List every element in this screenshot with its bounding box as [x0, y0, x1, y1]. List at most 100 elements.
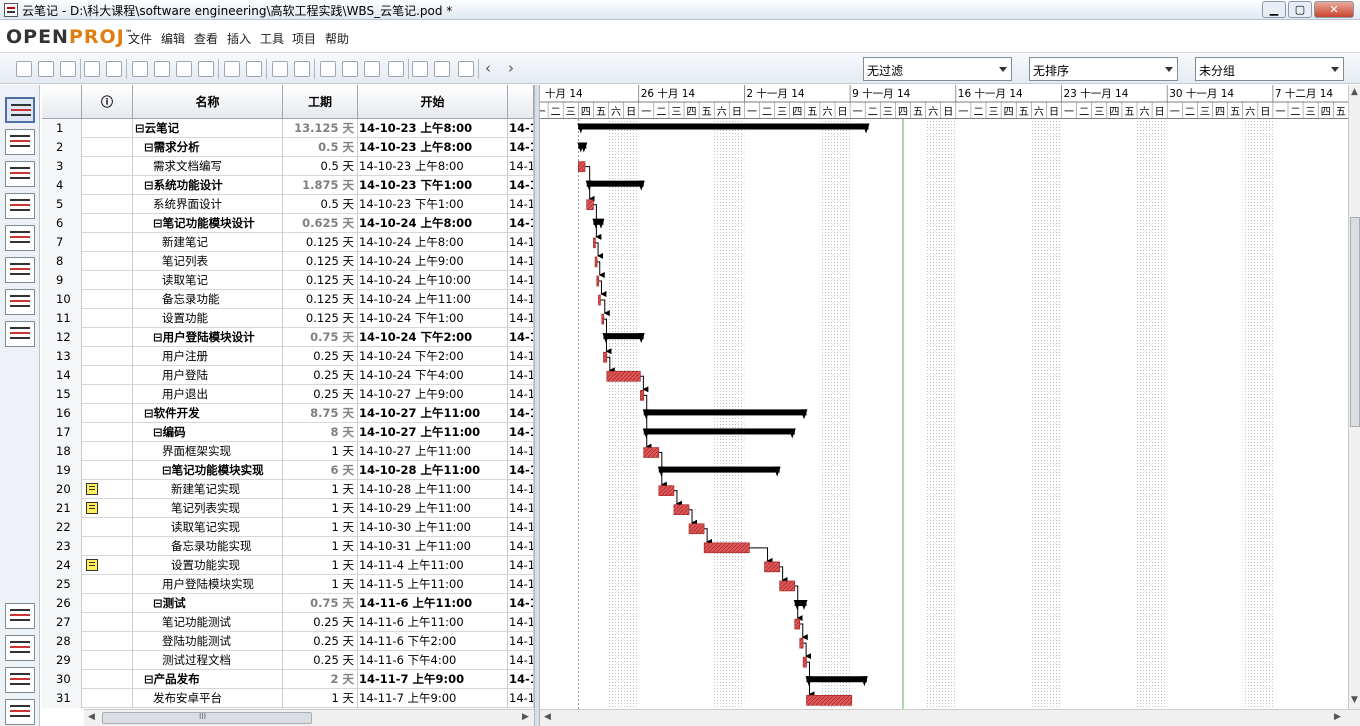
table-row[interactable]: 1 ⊟云笔记 13.125 天 14-10-23 上午8:00 14-1	[42, 119, 534, 138]
unlink-icon[interactable]	[294, 61, 310, 77]
row-finish-cell[interactable]: 14-1	[508, 328, 534, 347]
resource-usage-detail-icon[interactable]	[5, 699, 35, 725]
row-name-cell[interactable]: 用户登陆	[133, 366, 283, 385]
row-duration-cell[interactable]: 1 天	[283, 442, 358, 461]
row-name-cell[interactable]: ⊟云笔记	[133, 119, 283, 138]
undo-icon[interactable]	[224, 61, 240, 77]
new-file-icon[interactable]	[16, 61, 32, 77]
row-duration-cell[interactable]: 1 天	[283, 537, 358, 556]
row-id-cell[interactable]: 9	[42, 271, 82, 290]
histogram-icon[interactable]	[5, 603, 35, 629]
row-finish-cell[interactable]: 14-1	[508, 404, 534, 423]
row-start-cell[interactable]: 14-11-6 上午11:00	[358, 613, 508, 632]
row-duration-cell[interactable]: 0.125 天	[283, 233, 358, 252]
close-button[interactable]: ✕	[1314, 1, 1354, 18]
row-id-cell[interactable]: 31	[42, 689, 82, 708]
task-info-icon[interactable]	[320, 61, 336, 77]
row-finish-cell[interactable]: 14-1	[508, 195, 534, 214]
row-start-cell[interactable]: 14-10-23 上午8:00	[358, 157, 508, 176]
row-duration-cell[interactable]: 0.25 天	[283, 385, 358, 404]
scrollbar-thumb[interactable]	[102, 712, 312, 724]
scroll-down-icon[interactable]: ▼	[1351, 695, 1358, 705]
row-duration-cell[interactable]: 1 天	[283, 499, 358, 518]
zoom-in-icon[interactable]	[412, 61, 428, 77]
row-id-cell[interactable]: 1	[42, 119, 82, 138]
row-duration-cell[interactable]: 0.5 天	[283, 157, 358, 176]
network-view-icon[interactable]	[5, 129, 35, 155]
table-row[interactable]: 3 需求文档编写 0.5 天 14-10-23 上午8:00 14-1	[42, 157, 534, 176]
row-finish-cell[interactable]: 14-1	[508, 556, 534, 575]
row-duration-cell[interactable]: 0.25 天	[283, 632, 358, 651]
row-id-cell[interactable]: 5	[42, 195, 82, 214]
open-folder-icon[interactable]	[38, 61, 54, 77]
row-duration-cell[interactable]: 1.875 天	[283, 176, 358, 195]
row-start-cell[interactable]: 14-10-23 上午8:00	[358, 119, 508, 138]
minimize-button[interactable]: ▁	[1262, 1, 1286, 18]
table-row[interactable]: 29 测试过程文档 0.25 天 14-11-6 下午4:00 14-1	[42, 651, 534, 670]
row-duration-cell[interactable]: 0.5 天	[283, 195, 358, 214]
note-icon[interactable]	[86, 483, 98, 495]
row-start-cell[interactable]: 14-10-24 上午8:00	[358, 214, 508, 233]
col-header-finish[interactable]	[508, 85, 534, 119]
row-finish-cell[interactable]: 14-1	[508, 347, 534, 366]
table-row[interactable]: 22 读取笔记实现 1 天 14-10-30 上午11:00 14-1	[42, 518, 534, 537]
menu-view[interactable]: 查看	[194, 30, 218, 47]
row-name-cell[interactable]: ⊟测试	[133, 594, 283, 613]
row-duration-cell[interactable]: 0.125 天	[283, 290, 358, 309]
row-start-cell[interactable]: 14-10-23 下午1:00	[358, 195, 508, 214]
row-finish-cell[interactable]: 14-1	[508, 594, 534, 613]
row-duration-cell[interactable]: 0.25 天	[283, 366, 358, 385]
row-finish-cell[interactable]: 14-1	[508, 518, 534, 537]
row-name-cell[interactable]: 新建笔记实现	[133, 480, 283, 499]
assign-resource-icon[interactable]	[364, 61, 380, 77]
menu-help[interactable]: 帮助	[325, 30, 349, 47]
wbs-view-icon[interactable]	[5, 193, 35, 219]
row-id-cell[interactable]: 20	[42, 480, 82, 499]
row-name-cell[interactable]: 备忘录功能实现	[133, 537, 283, 556]
row-duration-cell[interactable]: 0.25 天	[283, 651, 358, 670]
row-finish-cell[interactable]: 14-1	[508, 309, 534, 328]
notes-icon[interactable]	[342, 61, 358, 77]
note-icon[interactable]	[86, 502, 98, 514]
row-id-cell[interactable]: 6	[42, 214, 82, 233]
row-name-cell[interactable]: ⊟产品发布	[133, 670, 283, 689]
link-icon[interactable]	[272, 61, 288, 77]
table-row[interactable]: 9 读取笔记 0.125 天 14-10-24 上午10:00 14-1	[42, 271, 534, 290]
row-duration-cell[interactable]: 0.25 天	[283, 347, 358, 366]
row-name-cell[interactable]: 需求文档编写	[133, 157, 283, 176]
table-row[interactable]: 25 用户登陆模块实现 1 天 14-11-5 上午11:00 14-1	[42, 575, 534, 594]
row-name-cell[interactable]: 用户退出	[133, 385, 283, 404]
row-id-cell[interactable]: 11	[42, 309, 82, 328]
row-id-cell[interactable]: 8	[42, 252, 82, 271]
row-duration-cell[interactable]: 6 天	[283, 461, 358, 480]
row-id-cell[interactable]: 19	[42, 461, 82, 480]
row-finish-cell[interactable]: 14-1	[508, 119, 534, 138]
row-duration-cell[interactable]: 0.75 天	[283, 594, 358, 613]
row-name-cell[interactable]: ⊟用户登陆模块设计	[133, 328, 283, 347]
row-start-cell[interactable]: 14-10-29 上午11:00	[358, 499, 508, 518]
row-name-cell[interactable]: ⊟需求分析	[133, 138, 283, 157]
table-row[interactable]: 5 系统界面设计 0.5 天 14-10-23 下午1:00 14-1	[42, 195, 534, 214]
row-finish-cell[interactable]: 14-1	[508, 632, 534, 651]
scroll-left-icon[interactable]: ◀	[544, 712, 551, 722]
redo-icon[interactable]	[246, 61, 262, 77]
table-row[interactable]: 10 备忘录功能 0.125 天 14-10-24 上午11:00 14-1	[42, 290, 534, 309]
row-duration-cell[interactable]: 0.125 天	[283, 309, 358, 328]
table-row[interactable]: 24 设置功能实现 1 天 14-11-4 上午11:00 14-1	[42, 556, 534, 575]
row-id-cell[interactable]: 14	[42, 366, 82, 385]
row-start-cell[interactable]: 14-10-24 上午10:00	[358, 271, 508, 290]
row-duration-cell[interactable]: 0.25 天	[283, 613, 358, 632]
col-header-name[interactable]: 名称	[133, 85, 283, 119]
row-duration-cell[interactable]: 1 天	[283, 556, 358, 575]
filter-select[interactable]: 无过滤	[863, 57, 1012, 81]
table-row[interactable]: 21 笔记列表实现 1 天 14-10-29 上午11:00 14-1	[42, 499, 534, 518]
row-name-cell[interactable]: 读取笔记实现	[133, 518, 283, 537]
row-id-cell[interactable]: 13	[42, 347, 82, 366]
row-name-cell[interactable]: 测试过程文档	[133, 651, 283, 670]
row-finish-cell[interactable]: 14-1	[508, 689, 534, 708]
row-start-cell[interactable]: 14-10-28 上午11:00	[358, 480, 508, 499]
row-id-cell[interactable]: 24	[42, 556, 82, 575]
resource-view-icon[interactable]	[5, 161, 35, 187]
table-row[interactable]: 8 笔记列表 0.125 天 14-10-24 上午9:00 14-1	[42, 252, 534, 271]
scrollbar-thumb[interactable]	[1350, 217, 1360, 427]
